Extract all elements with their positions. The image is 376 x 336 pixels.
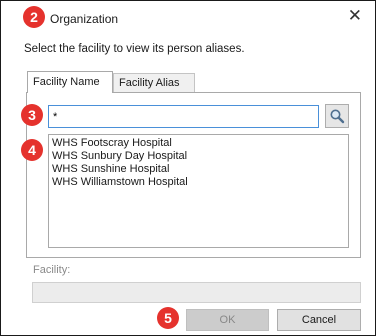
magnifier-icon (330, 109, 345, 124)
list-item[interactable]: WHS Sunshine Hospital (52, 163, 345, 176)
facility-listbox[interactable]: WHS Footscray Hospital WHS Sunbury Day H… (48, 134, 349, 248)
callout-badge-3: 3 (21, 104, 43, 126)
organization-dialog: Organization ✕ Select the facility to vi… (0, 0, 376, 336)
instruction-text: Select the facility to view its person a… (24, 43, 245, 55)
facility-label: Facility: (33, 264, 71, 276)
search-button[interactable] (325, 104, 349, 128)
callout-badge-2: 2 (23, 6, 45, 28)
callout-badge-5: 5 (157, 307, 179, 329)
close-icon[interactable]: ✕ (348, 6, 362, 26)
list-item[interactable]: WHS Sunbury Day Hospital (52, 150, 345, 163)
list-item[interactable]: WHS Footscray Hospital (52, 137, 345, 150)
list-item[interactable]: WHS Williamstown Hospital (52, 176, 345, 189)
dialog-title: Organization (50, 12, 119, 26)
tab-facility-name[interactable]: Facility Name (27, 71, 113, 93)
search-input[interactable] (48, 105, 319, 128)
cancel-button[interactable]: Cancel (277, 309, 361, 331)
callout-badge-4: 4 (21, 139, 43, 161)
title-bar: Organization ✕ (1, 1, 375, 35)
ok-button[interactable]: OK (186, 309, 269, 331)
tab-facility-alias[interactable]: Facility Alias (113, 73, 195, 92)
facility-field (32, 282, 361, 303)
